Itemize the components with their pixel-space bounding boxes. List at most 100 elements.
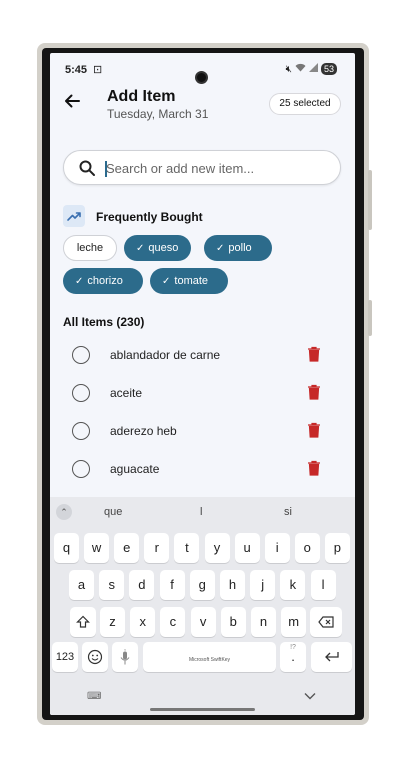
delete-icon[interactable] <box>307 346 321 362</box>
key-u[interactable]: u <box>234 533 260 563</box>
mic-key-alt: , <box>123 643 127 652</box>
key-j[interactable]: j <box>250 570 276 600</box>
power-button <box>368 300 372 336</box>
key-b[interactable]: b <box>220 607 246 637</box>
chip-label: pollo <box>228 242 252 254</box>
key-w[interactable]: w <box>84 533 110 563</box>
list-item[interactable]: aderezo heb <box>50 412 355 450</box>
signal-icon <box>308 63 318 75</box>
keyboard-brand-label: Microsoft SwiftKey <box>188 657 231 663</box>
numbers-key[interactable]: 123 <box>52 642 78 672</box>
key-g[interactable]: g <box>189 570 215 600</box>
list-item[interactable]: aguacate <box>50 450 355 488</box>
chip-tomate[interactable]: ✓ tomate <box>150 268 228 294</box>
all-items-heading: All Items (230) <box>63 315 145 329</box>
key-i[interactable]: i <box>264 533 290 563</box>
list-item[interactable]: aceite <box>50 374 355 412</box>
status-bar: 5:45 ⊡ 🔇︎ 53 <box>50 61 355 84</box>
item-select-radio[interactable] <box>72 422 90 440</box>
key-a[interactable]: a <box>69 570 94 600</box>
on-screen-keyboard: ⌃ que l si qwertyuiop asdfghjkl zxcvbnm … <box>50 497 355 715</box>
key-r[interactable]: r <box>144 533 170 563</box>
back-arrow-icon[interactable] <box>62 91 82 111</box>
item-select-radio[interactable] <box>72 460 90 478</box>
key-s[interactable]: s <box>99 570 125 600</box>
key-v[interactable]: v <box>190 607 216 637</box>
chip-label: tomate <box>174 275 209 287</box>
key-l[interactable]: l <box>310 570 336 600</box>
delete-icon[interactable] <box>307 422 321 438</box>
emoji-icon <box>87 649 103 665</box>
delete-icon[interactable] <box>307 460 321 476</box>
key-q[interactable]: q <box>54 533 79 563</box>
space-bar[interactable]: Microsoft SwiftKey <box>143 642 276 672</box>
key-y[interactable]: y <box>204 533 230 563</box>
check-icon: ✓ <box>136 243 145 254</box>
backspace-icon <box>318 616 334 628</box>
chip-label: chorizo <box>87 275 123 287</box>
screenshot-icon: ⊡ <box>93 64 103 76</box>
chip-pollo[interactable]: ✓ pollo <box>204 235 272 261</box>
status-time: 5:45 <box>65 64 88 76</box>
wifi-icon <box>295 63 306 75</box>
key-t[interactable]: t <box>174 533 200 563</box>
mute-icon: 🔇︎ <box>285 63 292 75</box>
chip-chorizo[interactable]: ✓ chorizo <box>63 268 143 294</box>
enter-key[interactable] <box>311 642 352 672</box>
item-select-radio[interactable] <box>72 384 90 402</box>
key-c[interactable]: c <box>160 607 186 637</box>
frequently-bought-header: Frequently Bought <box>63 205 343 227</box>
trending-up-icon <box>63 205 85 227</box>
page-date: Tuesday, March 31 <box>107 107 209 121</box>
check-icon: ✓ <box>162 276 171 287</box>
search-icon <box>79 160 95 176</box>
shift-icon <box>76 615 90 628</box>
search-bar[interactable] <box>63 150 341 185</box>
period-key[interactable]: !? . <box>280 642 306 672</box>
chip-queso[interactable]: ✓ queso <box>124 235 191 261</box>
key-p[interactable]: p <box>324 533 350 563</box>
volume-button <box>368 170 372 230</box>
selected-count-badge[interactable]: 25 selected <box>269 93 341 115</box>
period-key-alt: !? <box>290 644 296 651</box>
key-d[interactable]: d <box>129 570 155 600</box>
key-o[interactable]: o <box>294 533 320 563</box>
enter-icon <box>324 652 339 662</box>
suggestion-3[interactable]: si <box>284 506 292 518</box>
key-k[interactable]: k <box>280 570 306 600</box>
screen: 5:45 ⊡ 🔇︎ 53 Add Item Tuesday, March 31 … <box>50 53 355 715</box>
page-title: Add Item <box>107 88 176 105</box>
list-item[interactable]: ablandador de carne <box>50 336 355 374</box>
status-icons: 🔇︎ 53 <box>286 63 337 75</box>
item-name: ablandador de carne <box>110 348 221 362</box>
check-icon: ✓ <box>216 243 225 254</box>
chip-label: leche <box>76 242 104 254</box>
check-icon: ✓ <box>75 276 84 287</box>
mic-key[interactable]: , <box>112 642 138 672</box>
suggestion-2[interactable]: l <box>200 506 202 518</box>
delete-icon[interactable] <box>307 384 321 400</box>
chevron-down-icon[interactable] <box>303 689 317 703</box>
key-e[interactable]: e <box>114 533 140 563</box>
chevron-up-icon[interactable]: ⌃ <box>56 504 72 520</box>
search-input[interactable] <box>106 158 331 179</box>
key-h[interactable]: h <box>220 570 245 600</box>
key-f[interactable]: f <box>159 570 185 600</box>
home-indicator[interactable] <box>150 708 255 711</box>
chip-leche[interactable]: leche <box>63 235 117 261</box>
item-name: aguacate <box>110 462 160 476</box>
shift-key[interactable] <box>70 607 96 637</box>
emoji-key[interactable] <box>82 642 108 672</box>
backspace-key[interactable] <box>310 607 342 637</box>
battery-icon: 53 <box>320 63 337 75</box>
item-select-radio[interactable] <box>72 346 90 364</box>
item-name: aceite <box>110 386 143 400</box>
key-n[interactable]: n <box>251 607 276 637</box>
suggestion-1[interactable]: que <box>104 506 122 518</box>
app-header: Add Item Tuesday, March 31 25 selected <box>50 83 355 133</box>
item-name: aderezo heb <box>110 424 177 438</box>
chip-label: queso <box>148 242 179 254</box>
frequently-bought-label: Frequently Bought <box>96 210 203 224</box>
keyboard-switch-icon[interactable]: ⌨︎ <box>87 691 101 702</box>
suggestion-strip: ⌃ que l si <box>50 497 355 527</box>
